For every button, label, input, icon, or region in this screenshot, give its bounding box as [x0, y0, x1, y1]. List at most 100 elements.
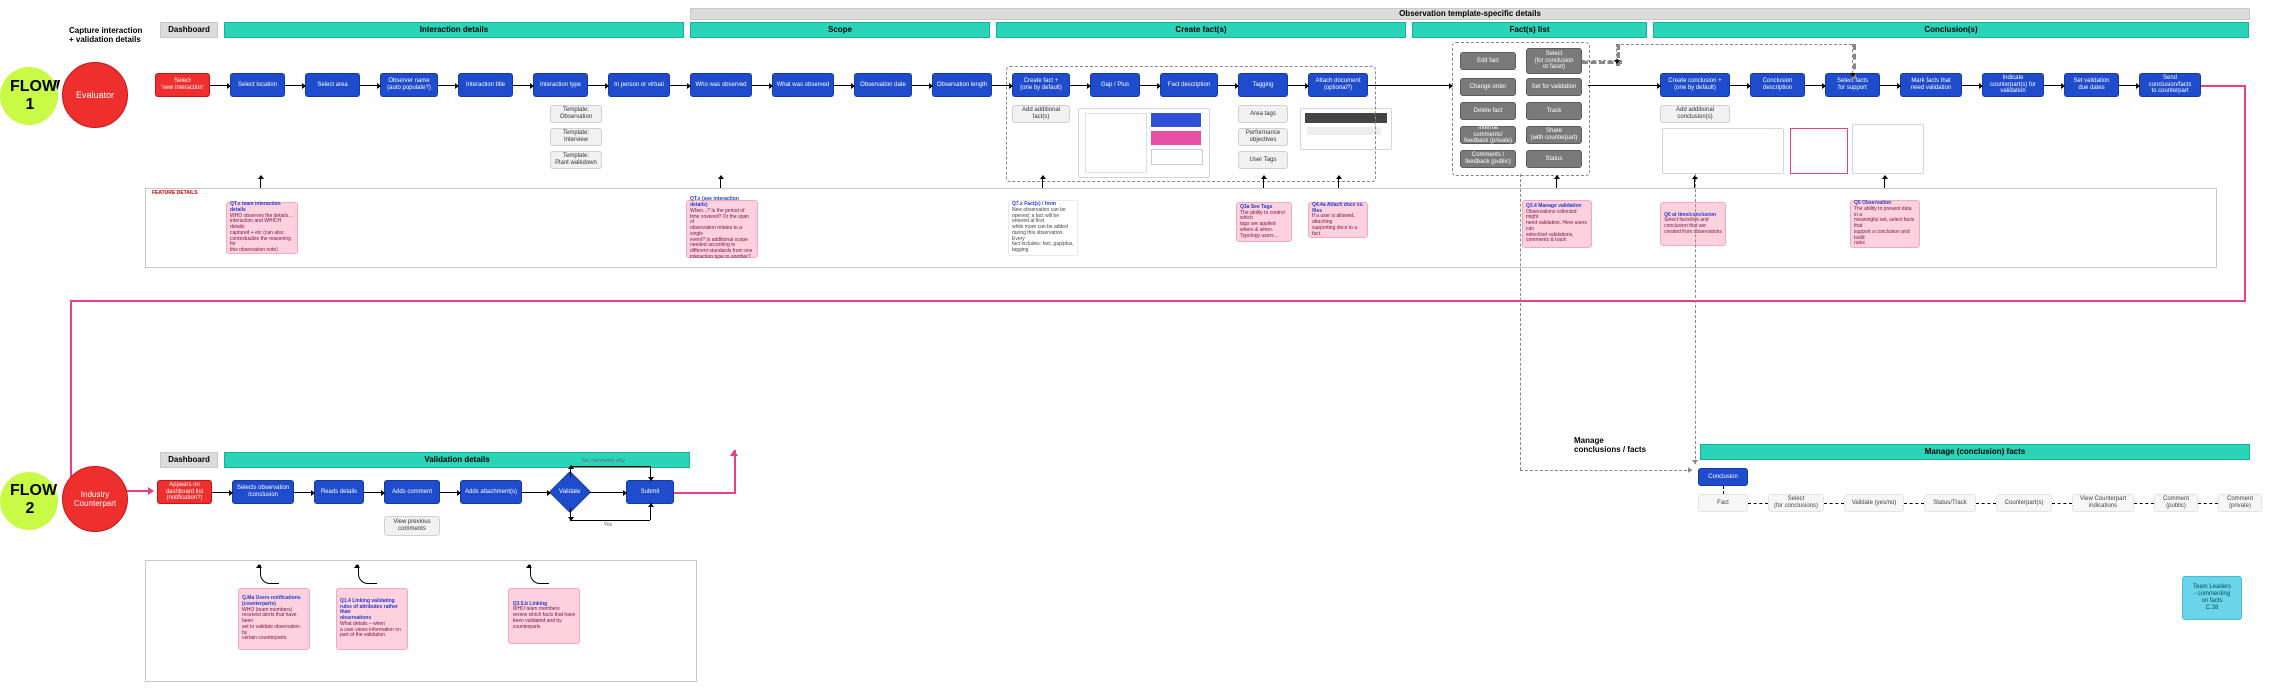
note-scope: QT.x (see interaction details) When...? … [686, 200, 758, 258]
note-scope-title: QT.x (see interaction details) [690, 196, 739, 208]
darr [1824, 503, 1844, 504]
step-what[interactable]: What was observed [772, 73, 834, 97]
arrow [1070, 85, 1090, 86]
dash-arrow [1852, 44, 1856, 79]
step-indicate[interactable]: Indicatecounterpart(s) forvalidation [1982, 73, 2044, 97]
dash-v [1616, 44, 1620, 66]
arrow-no-h [570, 466, 650, 467]
step-conc-desc[interactable]: Conclusiondescription [1750, 73, 1805, 97]
step2-validate[interactable]: Validate [549, 471, 591, 513]
curve-arrow [530, 565, 549, 584]
step2-adds[interactable]: Adds comment [384, 480, 440, 504]
step2-start[interactable]: Appears ondashboard list(notification?) [157, 480, 212, 504]
step-title[interactable]: Interaction title [458, 73, 513, 97]
arrow [440, 492, 460, 493]
darr [1904, 503, 1924, 504]
lane-facts-list: Fact(s) list [1412, 22, 1647, 38]
lane-create-facts: Create fact(s) [996, 22, 1406, 38]
flow2-label: FLOW2 [10, 482, 50, 517]
note-tags-body: The ability to control whichtags are app… [1240, 210, 1285, 239]
step-date[interactable]: Observation date [854, 73, 912, 97]
step-who[interactable]: Who was observed [690, 73, 752, 97]
step-loc[interactable]: Select location [230, 73, 285, 97]
note-names-title: QT.x team interaction details [230, 201, 281, 213]
mg-counterparts[interactable]: Counterpart(s) [1996, 494, 2052, 512]
step-send[interactable]: Sendconclusion/factsto counterpart [2139, 73, 2201, 97]
mg-fact[interactable]: Fact [1698, 494, 1748, 512]
arrow [2119, 85, 2139, 86]
arrow-up [1884, 176, 1885, 188]
step-type[interactable]: Interaction type [533, 73, 588, 97]
note-conc2-body: The ability to present data in ameaningf… [1854, 206, 1914, 247]
manage-conc-facts-label: Manageconclusions / facts [1574, 436, 1704, 454]
mg-conc[interactable]: Conclusion [1698, 468, 1748, 486]
template-interview[interactable]: Template:Interview [550, 128, 602, 146]
darr-v [1723, 486, 1724, 494]
mg-comm-pub[interactable]: Comment(public) [2154, 494, 2198, 512]
dec-no: No, comments only [582, 458, 625, 464]
step-area[interactable]: Select area [305, 73, 360, 97]
pink-out [2201, 85, 2246, 87]
dash-h [1616, 44, 1852, 45]
arrow [752, 85, 772, 86]
template-observation[interactable]: Template:Observation [550, 105, 602, 123]
note-attach-title: Q4.4a Attach docs vs. files [1312, 202, 1364, 214]
mg-select[interactable]: Select(for conclusions) [1768, 494, 1824, 512]
darr [2198, 503, 2218, 504]
step2-attach[interactable]: Adds attachment(s) [460, 480, 522, 504]
arrow [294, 492, 314, 493]
lane-observation-specific: Observation template-specific details [690, 8, 2250, 20]
step-mode[interactable]: In person or virtual [608, 73, 670, 97]
step-observer[interactable]: Observer name(auto populate?) [380, 73, 438, 97]
arrow-up [1556, 176, 1557, 188]
template-plant[interactable]: Template:Plant walkdown [550, 151, 602, 169]
step-create-conc[interactable]: Create conclusion +(one by default) [1660, 73, 1730, 97]
arrow [1368, 85, 1452, 86]
arrow [1730, 85, 1750, 86]
step2-reads[interactable]: Reads details [314, 480, 364, 504]
arrow [210, 85, 230, 86]
arrow [992, 85, 1012, 86]
step2-select[interactable]: Selects observation/conclusion [232, 480, 294, 504]
step-mark[interactable]: Mark facts thatneed validation [1900, 73, 1962, 97]
arrow [1962, 85, 1982, 86]
note-facts-body: New observation can beopened; a fact wil… [1012, 207, 1074, 253]
arrow [834, 85, 854, 86]
note-attach-body: If a user is allowed, attachingsupportin… [1312, 213, 1357, 236]
step-start[interactable]: Select'new interaction' [155, 73, 210, 97]
note2-a-title: Q.Ma Users notifications(counterparts) [242, 595, 301, 607]
label-capture: Capture interaction+ validation details [69, 26, 154, 44]
dash-right [1520, 470, 1692, 471]
arrow-up [1263, 176, 1264, 188]
note2-a: Q.Ma Users notifications(counterparts) W… [238, 588, 310, 650]
mockup-highlight [1790, 128, 1848, 174]
note-facts: Q7.x Fact(s) / form New observation can … [1008, 200, 1078, 256]
note2-a-body: WHO (team members)received alerts that h… [242, 607, 300, 642]
note-attach: Q4.4a Attach docs vs. files If a user is… [1308, 202, 1368, 238]
mg-validate[interactable]: Validate (yes/no) [1844, 494, 1904, 512]
flow2-notes-frame [145, 560, 697, 682]
mg-view-cp[interactable]: View Counterpartindications [2072, 494, 2134, 512]
flow1-label-ov: FLOW1 [10, 78, 50, 113]
step-length[interactable]: Observation length [932, 73, 992, 97]
darr [1976, 503, 1996, 504]
lane-interaction-details: Interaction details [224, 22, 684, 38]
mg-comm-priv[interactable]: Comment(private) [2218, 494, 2262, 512]
add-additional-conc[interactable]: Add additionalconclusion(s) [1660, 105, 1730, 123]
darr [1748, 503, 1768, 504]
arrowhead [526, 561, 532, 568]
feature-details-header: FEATURE DETAILS [152, 190, 198, 196]
arrow [1880, 85, 1900, 86]
pink-across [70, 300, 2246, 302]
view-prev-comments[interactable]: View previouscomments [384, 516, 440, 536]
arrow [438, 85, 458, 86]
dash-arrowhead [1688, 467, 1695, 473]
pink-down2 [70, 300, 72, 490]
facts-group [1006, 66, 1376, 182]
mg-status[interactable]: Status/Track [1924, 494, 1976, 512]
step-due[interactable]: Set validationdue dates [2064, 73, 2119, 97]
pink-arrowhead-up [730, 446, 738, 456]
arrow [1805, 85, 1825, 86]
lane-dashboard2: Dashboard [160, 452, 218, 468]
mockup-conc-b [1852, 124, 1924, 174]
